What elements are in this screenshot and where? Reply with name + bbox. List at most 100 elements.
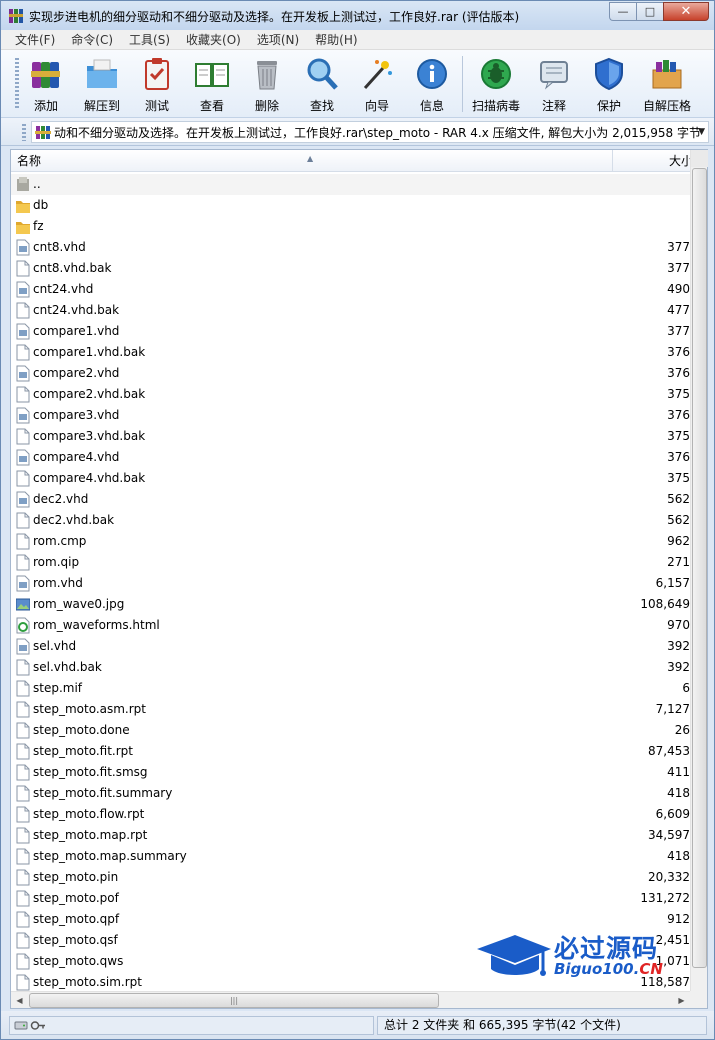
delete-button[interactable]: 删除 xyxy=(239,54,295,114)
file-row[interactable]: compare2.vhd 376 xyxy=(11,363,690,384)
test-button[interactable]: 测试 xyxy=(129,54,185,114)
file-row[interactable]: sel.vhd 392 xyxy=(11,636,690,657)
minimize-button[interactable]: — xyxy=(609,2,636,21)
file-row[interactable]: sel.vhd.bak 392 xyxy=(11,657,690,678)
wizard-button[interactable]: 向导 xyxy=(349,54,405,114)
menu-commands[interactable]: 命令(C) xyxy=(63,31,121,48)
file-name: rom.vhd xyxy=(33,576,83,590)
file-name: step_moto.qws xyxy=(33,954,124,968)
file-row[interactable]: rom.vhd 6,157 xyxy=(11,573,690,594)
file-row[interactable]: dec2.vhd 562 xyxy=(11,489,690,510)
file-size: 6,609 xyxy=(655,807,690,821)
file-row[interactable]: cnt8.vhd 377 xyxy=(11,237,690,258)
file-size: 377 xyxy=(667,324,690,338)
file-row[interactable]: step_moto.map.rpt 34,597 xyxy=(11,825,690,846)
find-button[interactable]: 查找 xyxy=(294,54,350,114)
protect-button[interactable]: 保护 xyxy=(581,54,637,114)
file-row[interactable]: rom.cmp 962 xyxy=(11,531,690,552)
scroll-right-icon[interactable]: ▶ xyxy=(673,992,690,1009)
file-size: 7,127 xyxy=(655,702,690,716)
parent-row[interactable]: .. xyxy=(11,174,690,195)
virus-scan-button[interactable]: 扫描病毒 xyxy=(468,54,524,114)
file-row[interactable]: compare3.vhd.bak 375 xyxy=(11,426,690,447)
path-field[interactable]: 动和不细分驱动及选择。在开发板上测试过，工作良好.rar\step_moto -… xyxy=(31,121,709,143)
file-row[interactable]: step_moto.fit.smsg 411 xyxy=(11,762,690,783)
file-row[interactable]: step_moto.done 26 xyxy=(11,720,690,741)
add-archive-icon xyxy=(31,62,60,88)
file-row[interactable]: compare2.vhd.bak 375 xyxy=(11,384,690,405)
menu-favorites[interactable]: 收藏夹(O) xyxy=(178,31,249,48)
menu-file[interactable]: 文件(F) xyxy=(7,31,63,48)
file-size: 6,157 xyxy=(655,576,690,590)
scroll-up-icon[interactable] xyxy=(691,150,708,167)
view-button[interactable]: 查看 xyxy=(184,54,240,114)
title-bar[interactable]: 实现步进电机的细分驱动和不细分驱动及选择。在开发板上测试过，工作良好.rar (… xyxy=(1,1,714,30)
file-row[interactable]: step_moto.asm.rpt 7,127 xyxy=(11,699,690,720)
file-size: 418 xyxy=(667,786,690,800)
sfx-button[interactable]: 自解压格 xyxy=(639,54,695,114)
comment-button[interactable]: 注释 xyxy=(526,54,582,114)
file-row[interactable]: cnt24.vhd.bak 477 xyxy=(11,300,690,321)
extract-button[interactable]: 解压到 xyxy=(74,54,130,114)
column-size-header[interactable]: 大小 xyxy=(613,150,690,172)
file-size: 375 xyxy=(667,387,690,401)
file-row[interactable]: step_moto.qpf 912 xyxy=(11,909,690,930)
scroll-left-icon[interactable]: ◀ xyxy=(11,992,28,1009)
file-name: step_moto.flow.rpt xyxy=(33,807,145,821)
vertical-scrollbar[interactable] xyxy=(690,150,708,991)
file-name: step_moto.pin xyxy=(33,870,119,884)
file-row[interactable]: step_moto.map.summary 418 xyxy=(11,846,690,867)
file-name: compare2.vhd xyxy=(33,366,120,380)
menu-options[interactable]: 选项(N) xyxy=(249,31,307,48)
file-row[interactable]: step_moto.fit.summary 418 xyxy=(11,783,690,804)
winrar-window: 实现步进电机的细分驱动和不细分驱动及选择。在开发板上测试过，工作良好.rar (… xyxy=(0,0,715,1040)
file-name: cnt8.vhd xyxy=(33,240,86,254)
file-row[interactable]: compare3.vhd 376 xyxy=(11,405,690,426)
menu-tools[interactable]: 工具(S) xyxy=(121,31,178,48)
file-row[interactable]: dec2.vhd.bak 562 xyxy=(11,510,690,531)
test-label: 测试 xyxy=(144,99,169,113)
file-icon xyxy=(16,659,30,676)
file-size: 26 xyxy=(674,723,690,737)
file-size: 376 xyxy=(667,408,690,422)
maximize-button[interactable]: □ xyxy=(636,2,663,21)
file-row[interactable]: step_moto.flow.rpt 6,609 xyxy=(11,804,690,825)
close-button[interactable]: ✕ xyxy=(663,2,709,21)
chevron-down-icon[interactable]: ▼ xyxy=(698,127,705,137)
file-name: rom_wave0.jpg xyxy=(33,597,125,611)
file-row[interactable]: cnt8.vhd.bak 377 xyxy=(11,258,690,279)
file-icon xyxy=(16,680,30,697)
horizontal-scroll-thumb[interactable]: ||| xyxy=(29,993,439,1008)
file-row[interactable]: compare4.vhd.bak 375 xyxy=(11,468,690,489)
horizontal-scrollbar[interactable]: ◀ ||| ▶ xyxy=(11,991,690,1008)
folder-row[interactable]: fz xyxy=(11,216,690,237)
file-name: sel.vhd xyxy=(33,639,77,653)
file-row[interactable]: step_moto.fit.rpt 87,453 xyxy=(11,741,690,762)
file-row[interactable]: rom.qip 271 xyxy=(11,552,690,573)
file-row[interactable]: rom_waveforms.html 970 xyxy=(11,615,690,636)
add-button[interactable]: 添加 xyxy=(18,54,74,114)
column-name-header[interactable]: ▲ 名称 xyxy=(11,150,613,172)
file-row[interactable]: step.mif 6 xyxy=(11,678,690,699)
file-row[interactable]: compare4.vhd 376 xyxy=(11,447,690,468)
key-icon[interactable] xyxy=(30,1019,46,1032)
file-row[interactable]: rom_wave0.jpg 108,649 xyxy=(11,594,690,615)
drive-icon[interactable] xyxy=(14,1019,28,1032)
file-row[interactable]: step_moto.pin 20,332 xyxy=(11,867,690,888)
address-grip[interactable] xyxy=(22,124,26,141)
file-row[interactable]: compare1.vhd 377 xyxy=(11,321,690,342)
scroll-corner xyxy=(690,991,707,1008)
file-row[interactable]: cnt24.vhd 490 xyxy=(11,279,690,300)
vhd-file-icon xyxy=(16,281,30,298)
sfx-box-icon xyxy=(652,60,682,89)
folder-icon xyxy=(16,201,30,213)
file-icon xyxy=(16,428,30,445)
file-size: 377 xyxy=(667,240,690,254)
file-row[interactable]: compare1.vhd.bak 376 xyxy=(11,342,690,363)
file-size: 392 xyxy=(667,639,690,653)
vertical-scroll-thumb[interactable] xyxy=(692,168,707,968)
file-row[interactable]: step_moto.pof 131,272 xyxy=(11,888,690,909)
menu-help[interactable]: 帮助(H) xyxy=(307,31,365,48)
info-button[interactable]: 信息 xyxy=(404,54,460,114)
folder-row[interactable]: db xyxy=(11,195,690,216)
